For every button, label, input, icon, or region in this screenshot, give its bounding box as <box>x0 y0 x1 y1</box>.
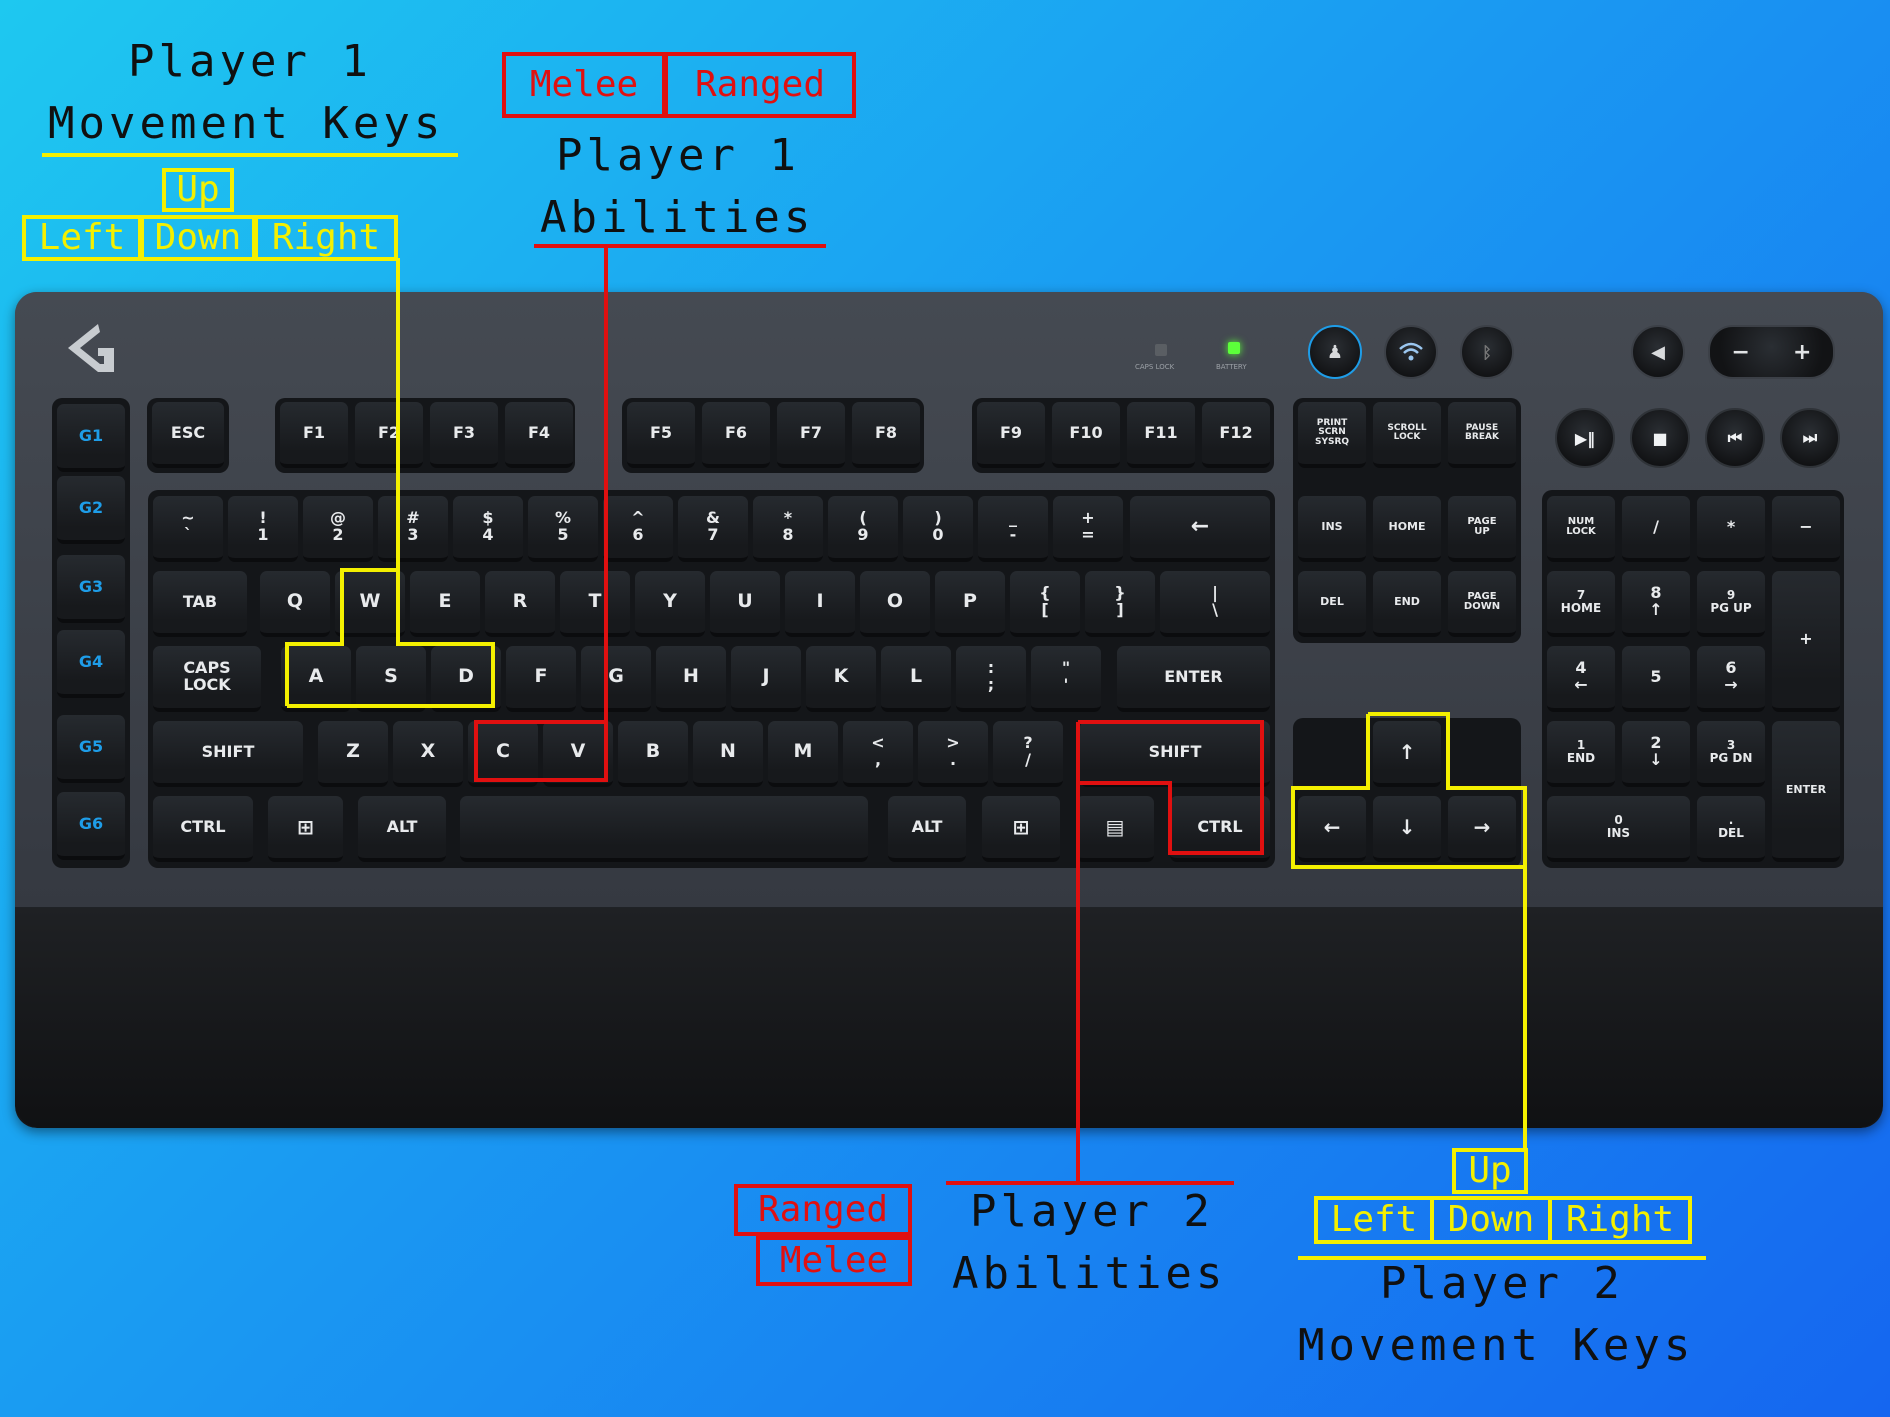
player1-movement-underline <box>42 153 458 157</box>
player2-shift-ctrl-outline <box>1076 720 1264 855</box>
player2-arrows-outline <box>1291 712 1527 869</box>
player2-abilities-title-line2: Abilities <box>952 1248 1227 1299</box>
player1-left-label: Left <box>22 215 142 261</box>
player2-melee-label: Melee <box>756 1236 912 1286</box>
player1-ranged-label: Ranged <box>664 52 856 118</box>
player2-abilities-overline <box>946 1181 1234 1185</box>
player2-movement-title-line2: Movement Keys <box>1298 1320 1695 1371</box>
player2-ranged-label: Ranged <box>734 1184 912 1236</box>
player1-right-label: Right <box>254 215 398 261</box>
player1-abilities-title-line1: Player 1 <box>556 130 800 181</box>
player1-wasd-outline <box>285 568 495 708</box>
player2-up-label: Up <box>1452 1148 1528 1194</box>
player2-left-label: Left <box>1314 1196 1434 1244</box>
player1-cv-outline <box>474 720 608 782</box>
player1-movement-title-line1: Player 1 <box>128 36 372 87</box>
player2-movement-title-line1: Player 2 <box>1380 1258 1624 1309</box>
player1-abilities-underline <box>534 244 826 248</box>
player1-movement-title-line2: Movement Keys <box>48 98 445 149</box>
player1-down-label: Down <box>140 215 256 261</box>
player1-up-label: Up <box>162 168 234 212</box>
keyboard-controls-diagram: CAPS LOCK BATTERY ♟ ᛒ ◀ − + ▶‖ ■ ⏮ ⏭ G1 … <box>0 0 1890 1417</box>
player1-abilities-title-line2: Abilities <box>540 192 815 243</box>
player1-melee-label: Melee <box>502 52 666 118</box>
player2-down-label: Down <box>1430 1196 1552 1244</box>
player2-right-label: Right <box>1548 1196 1692 1244</box>
player2-abilities-title-line1: Player 2 <box>970 1186 1214 1237</box>
